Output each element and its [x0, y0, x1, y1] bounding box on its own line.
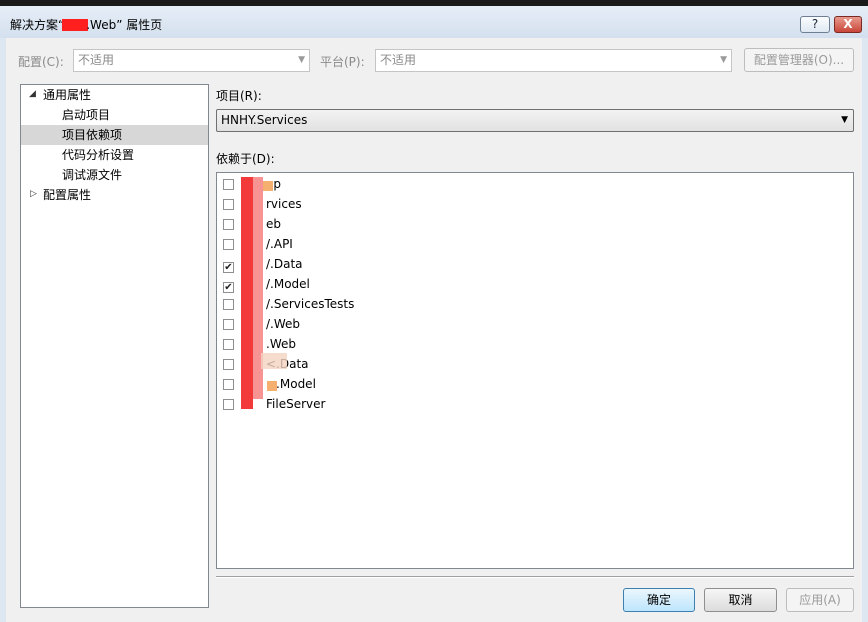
dependency-label: eb	[266, 217, 281, 231]
tree-item-project-dependencies[interactable]: 项目依赖项	[21, 125, 208, 145]
dependency-label: /.Web	[266, 317, 301, 331]
dependency-checkbox[interactable]	[223, 339, 234, 350]
dependency-checkbox[interactable]	[223, 239, 234, 250]
dependency-checkbox[interactable]	[223, 319, 234, 330]
dependency-checkbox[interactable]	[223, 359, 234, 370]
dependency-checkbox[interactable]	[223, 399, 234, 410]
tree-item-code-analysis[interactable]: 代码分析设置	[62, 145, 134, 165]
project-combo[interactable]: HNHY.Services ▼	[216, 109, 854, 132]
depends-on-label: 依赖于(D):	[216, 152, 275, 166]
dependency-checkbox[interactable]	[223, 179, 234, 190]
tree-item-common-properties[interactable]: 通用属性	[43, 85, 91, 105]
cancel-button[interactable]: 取消	[704, 588, 777, 612]
dependency-label: .Web	[266, 337, 296, 351]
close-button[interactable]: X	[834, 16, 862, 33]
tree-item-debug-source-files[interactable]: 调试源文件	[62, 165, 122, 185]
platform-label: 平台(P):	[320, 55, 365, 69]
dependency-label: /.API	[266, 237, 293, 251]
platform-combo[interactable]: 不适用 ▼	[375, 49, 732, 72]
tree-item-config-properties[interactable]: 配置属性	[43, 185, 91, 205]
tree-item-startup-project[interactable]: 启动项目	[62, 105, 110, 125]
expand-icon[interactable]: ▷	[30, 189, 37, 199]
redaction-bar	[241, 177, 253, 409]
title-prefix: 解决方案“	[10, 18, 65, 32]
help-button[interactable]: ?	[800, 16, 830, 33]
title-suffix: .Web” 属性页	[86, 18, 163, 32]
title-bar: 解决方案“ .Web” 属性页 ? X	[0, 6, 868, 38]
separator	[216, 576, 854, 578]
title-redaction	[62, 19, 89, 31]
dependency-checkbox[interactable]	[223, 299, 234, 310]
dependency-checkbox[interactable]: ✔	[223, 282, 234, 293]
chevron-down-icon: ▼	[720, 55, 727, 65]
dependency-item[interactable]: ✔ /.Model	[223, 274, 310, 294]
apply-button[interactable]: 应用(A)	[786, 588, 854, 612]
dependency-checkbox[interactable]	[223, 199, 234, 210]
config-label: 配置(C):	[18, 55, 64, 69]
collapse-icon[interactable]: ◢	[29, 89, 36, 99]
config-combo-value: 不适用	[78, 53, 115, 67]
window-title: 解决方案“ .Web” 属性页	[10, 16, 162, 33]
dependency-label: /.ServicesTests	[266, 297, 355, 311]
dependency-label: /.Model	[266, 277, 310, 291]
pixelation-mosaic	[261, 353, 287, 369]
chevron-down-icon: ▼	[841, 115, 848, 125]
dependency-checkbox[interactable]	[223, 379, 234, 390]
chevron-down-icon: ▼	[298, 55, 305, 65]
dependency-list[interactable]: FileServer <.Model <.Data .Web/.Web/.Servic…	[216, 172, 854, 569]
dialog-client: 配置(C): 不适用 ▼ 平台(P): 不适用 ▼ 配置管理器(O)... ◢ …	[6, 38, 862, 622]
platform-combo-value: 不适用	[380, 53, 417, 67]
dependency-label: rvices	[266, 197, 302, 211]
project-label: 项目(R):	[216, 89, 262, 103]
project-combo-value: HNHY.Services	[221, 113, 308, 127]
dependency-label: /.Data	[266, 257, 303, 271]
dependency-checkbox[interactable]: ✔	[223, 262, 234, 273]
config-manager-button[interactable]: 配置管理器(O)...	[744, 48, 854, 72]
property-tree[interactable]: ◢ 通用属性 启动项目 项目依赖项 代码分析设置 调试源文件 ▷ 配置属性	[20, 84, 209, 608]
dependency-label: FileServer	[266, 397, 326, 411]
pixelation-mosaic	[267, 381, 277, 391]
config-combo[interactable]: 不适用 ▼	[73, 49, 310, 72]
pixelation-mosaic	[263, 181, 273, 191]
dependency-item[interactable]: FileServer	[223, 394, 325, 414]
ok-button[interactable]: 确定	[623, 588, 695, 612]
dependency-checkbox[interactable]	[223, 219, 234, 230]
